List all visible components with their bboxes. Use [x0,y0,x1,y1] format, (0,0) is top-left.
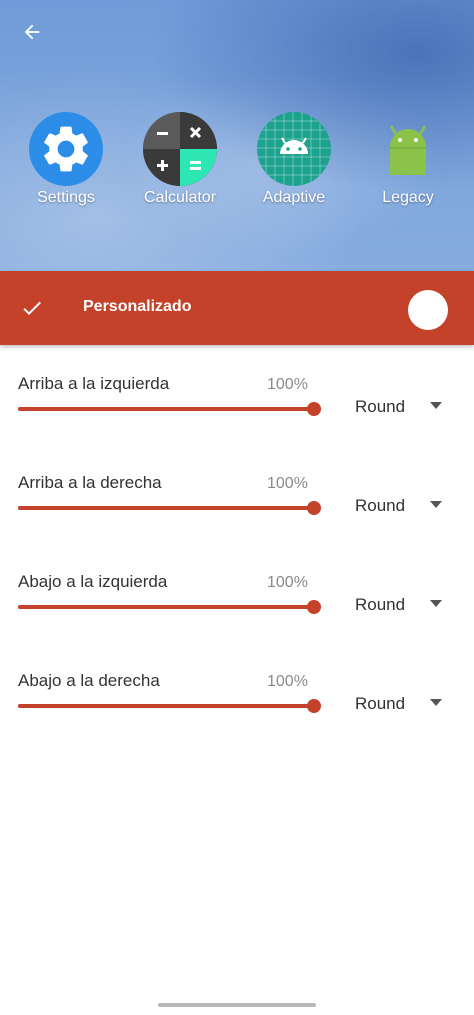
back-button[interactable] [14,14,50,50]
corner-label: Abajo a la derecha [18,671,160,690]
chevron-down-icon [430,600,442,607]
slider-fill [18,407,314,411]
calculator-icon [143,112,217,186]
icon-preview-header: Settings Calculator Adaptive Legacy [0,0,474,271]
corner-percent: 100% [267,574,308,591]
home-indicator[interactable] [158,1003,316,1007]
corner-label: Arriba a la izquierda [18,374,170,393]
corner-slider[interactable] [18,600,321,614]
preview-label: Adaptive [262,189,326,206]
preview-legacy: Legacy [358,112,458,207]
slider-fill [18,704,314,708]
chevron-down-icon [430,699,442,706]
slider-thumb[interactable] [307,402,321,416]
preview-adaptive: Adaptive [244,112,344,207]
corner-row-top-left: Arriba a la izquierda 100% Round [0,374,474,454]
corner-percent: 100% [267,673,308,690]
preview-label: Calculator [143,189,217,206]
gear-icon [29,112,103,186]
corner-row-top-right: Arriba a la derecha 100% Round [0,473,474,553]
corner-label: Arriba a la derecha [18,473,162,492]
toolbar: Personalizado [0,271,474,345]
shape-dropdown[interactable]: Round [344,388,456,424]
shape-value: Round [355,496,406,515]
shape-dropdown[interactable]: Round [344,487,456,523]
slider-thumb[interactable] [307,699,321,713]
preview-settings: Settings [16,112,116,207]
shape-dropdown[interactable]: Round [344,586,456,622]
shape-dropdown[interactable]: Round [344,685,456,721]
preview-label: Settings [37,189,95,206]
shape-value: Round [355,595,406,614]
android-adaptive-icon [257,112,331,186]
slider-fill [18,506,314,510]
color-picker-swatch[interactable] [408,290,448,330]
icon-preview-row: Settings Calculator Adaptive Legacy [0,112,474,222]
corner-label: Abajo a la izquierda [18,572,168,591]
slider-fill [18,605,314,609]
arrow-back-icon [24,24,40,40]
corner-row-bottom-left: Abajo a la izquierda 100% Round [0,572,474,652]
corner-percent: 100% [267,376,308,393]
toolbar-title: Personalizado [83,298,192,315]
corner-slider[interactable] [18,402,321,416]
chevron-down-icon [430,402,442,409]
slider-thumb[interactable] [307,600,321,614]
shape-value: Round [355,397,406,416]
preview-calculator: Calculator [130,112,230,207]
confirm-button[interactable] [14,290,50,326]
check-icon [23,301,41,315]
corner-slider[interactable] [18,501,321,515]
corner-percent: 100% [267,475,308,492]
android-legacy-icon [371,112,445,186]
corner-row-bottom-right: Abajo a la derecha 100% Round [0,671,474,751]
chevron-down-icon [430,501,442,508]
corner-slider[interactable] [18,699,321,713]
slider-thumb[interactable] [307,501,321,515]
shape-value: Round [355,694,406,713]
preview-label: Legacy [382,189,434,206]
